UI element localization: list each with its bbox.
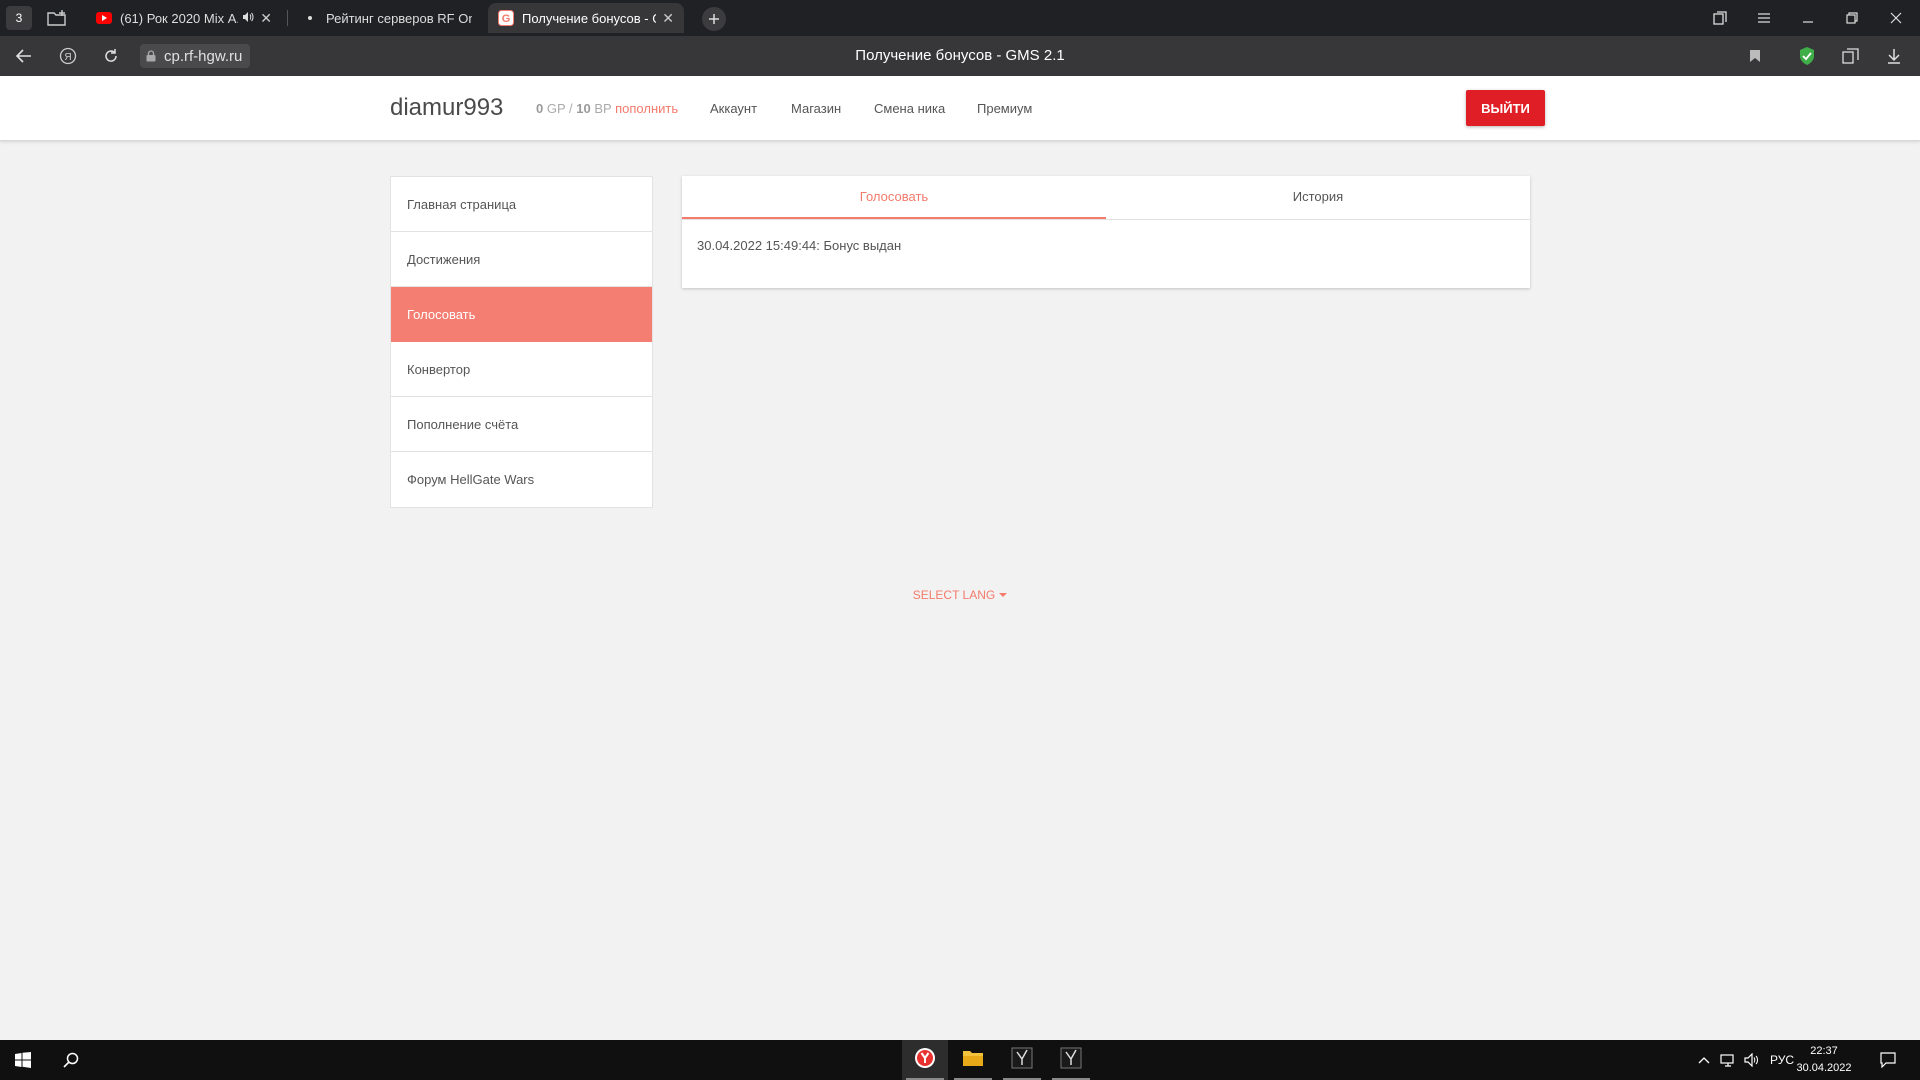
bookmarks-panel-icon[interactable] — [1698, 0, 1742, 36]
new-tab-button[interactable] — [702, 7, 726, 31]
select-lang-label: SELECT LANG — [912, 588, 996, 602]
tab-rating[interactable]: Рейтинг серверов RF Online — [292, 3, 482, 33]
close-window-icon[interactable] — [1874, 0, 1918, 36]
bp-unit: BP — [594, 101, 612, 116]
chevron-up-icon[interactable] — [1694, 1040, 1714, 1080]
tab-title: (61) Рок 2020 Mix А... — [120, 10, 239, 26]
close-tab-icon[interactable]: ✕ — [260, 10, 272, 27]
address-bar: Получение бонусов - GMS 2.1 Я cp.rf-hgw.… — [0, 36, 1920, 76]
site-header: diamur993 0 GP / 10 BP пополнить Аккаунт… — [0, 76, 1920, 141]
sidebar-item-topup[interactable]: Пополнение счёта — [391, 397, 652, 452]
balance: 0 GP / 10 BP пополнить — [536, 101, 678, 116]
windows-taskbar: РУС 22:37 30.04.2022 — [0, 1040, 1920, 1080]
tab-separator — [287, 10, 288, 26]
game-app-icon — [1060, 1047, 1082, 1074]
logout-button[interactable]: ВЫЙТИ — [1466, 90, 1545, 126]
bonus-message: 30.04.2022 15:49:44: Бонус выдан — [697, 238, 902, 253]
download-icon[interactable] — [1880, 44, 1908, 68]
youtube-icon — [96, 10, 112, 26]
clock-time: 22:37 — [1810, 1045, 1838, 1057]
collections-icon[interactable] — [1837, 44, 1865, 68]
taskbar-game-client-2[interactable] — [1048, 1040, 1094, 1080]
tab-history[interactable]: История — [1106, 176, 1530, 219]
lock-icon — [146, 50, 156, 62]
tab-counter-button[interactable]: 3 — [6, 6, 32, 30]
speaker-icon[interactable] — [242, 11, 254, 26]
url-text: cp.rf-hgw.ru — [164, 47, 243, 65]
reload-icon[interactable] — [97, 44, 125, 68]
taskbar-file-explorer[interactable] — [950, 1040, 996, 1080]
protect-shield-icon[interactable] — [1793, 44, 1821, 68]
balance-separator: / — [569, 101, 573, 116]
bookmark-icon[interactable] — [1741, 44, 1769, 68]
tab-vote[interactable]: Голосовать — [682, 176, 1106, 219]
page-title: Получение бонусов - GMS 2.1 — [855, 47, 1065, 64]
gp-unit: GP — [546, 101, 566, 116]
nav-shop[interactable]: Магазин — [791, 101, 841, 116]
close-tab-icon[interactable]: ✕ — [662, 10, 674, 27]
card-tabs: Голосовать История — [682, 176, 1530, 220]
back-icon[interactable] — [10, 44, 38, 68]
new-tab-group-icon[interactable] — [44, 6, 70, 30]
language-indicator[interactable]: РУС — [1770, 1053, 1794, 1067]
clock-date: 30.04.2022 — [1796, 1062, 1852, 1074]
dot-icon — [302, 10, 318, 26]
network-icon[interactable] — [1716, 1040, 1740, 1080]
windows-start-icon[interactable] — [0, 1040, 46, 1080]
game-app-icon — [1011, 1047, 1033, 1074]
minimize-icon[interactable] — [1786, 0, 1830, 36]
menu-icon[interactable] — [1742, 0, 1786, 36]
yandex-icon[interactable]: Я — [54, 44, 82, 68]
topup-link[interactable]: пополнить — [615, 101, 678, 116]
sidebar-item-forum[interactable]: Форум HellGate Wars — [391, 452, 652, 507]
tab-youtube[interactable]: (61) Рок 2020 Mix А... ✕ — [86, 3, 282, 33]
svg-text:G: G — [502, 13, 511, 25]
select-lang-dropdown[interactable]: SELECT LANG — [0, 588, 1920, 602]
yandex-browser-icon — [914, 1047, 936, 1074]
sidebar-menu: Главная страница Достижения Голосовать К… — [390, 176, 653, 508]
restore-icon[interactable] — [1830, 0, 1874, 36]
folder-icon — [962, 1049, 984, 1072]
url-field[interactable]: cp.rf-hgw.ru — [140, 44, 251, 68]
taskbar-yandex-browser[interactable] — [902, 1040, 948, 1080]
tab-active-bonus[interactable]: G Получение бонусов - GMS 2.1 ✕ — [488, 3, 684, 33]
svg-text:Я: Я — [64, 52, 71, 63]
bp-value: 10 — [576, 101, 591, 116]
nav-premium[interactable]: Премиум — [977, 101, 1032, 116]
vote-card: Голосовать История 30.04.2022 15:49:44: … — [682, 176, 1530, 288]
tab-title: Рейтинг серверов RF Online — [326, 10, 472, 26]
sidebar-item-achievements[interactable]: Достижения — [391, 232, 652, 287]
system-clock[interactable]: 22:37 30.04.2022 — [1794, 1043, 1854, 1077]
sidebar-item-home[interactable]: Главная страница — [391, 177, 652, 232]
username: diamur993 — [390, 94, 504, 121]
gms-icon: G — [498, 10, 514, 26]
sidebar-item-converter[interactable]: Конвертор — [391, 342, 652, 397]
nav-account[interactable]: Аккаунт — [710, 101, 757, 116]
browser-tab-bar: 3 (61) Рок 2020 Mix А... ✕ Рейтинг серве… — [0, 0, 1920, 36]
tab-count: 3 — [15, 11, 23, 25]
nav-change-nick[interactable]: Смена ника — [874, 101, 945, 116]
search-icon[interactable] — [48, 1040, 94, 1080]
tab-title: Получение бонусов - GMS 2.1 — [522, 10, 656, 26]
taskbar-game-client-1[interactable] — [999, 1040, 1045, 1080]
sidebar-item-vote[interactable]: Голосовать — [391, 287, 652, 342]
caret-down-icon — [999, 593, 1008, 597]
volume-icon[interactable] — [1742, 1040, 1762, 1080]
gp-value: 0 — [536, 101, 544, 116]
notifications-icon[interactable] — [1868, 1040, 1908, 1080]
